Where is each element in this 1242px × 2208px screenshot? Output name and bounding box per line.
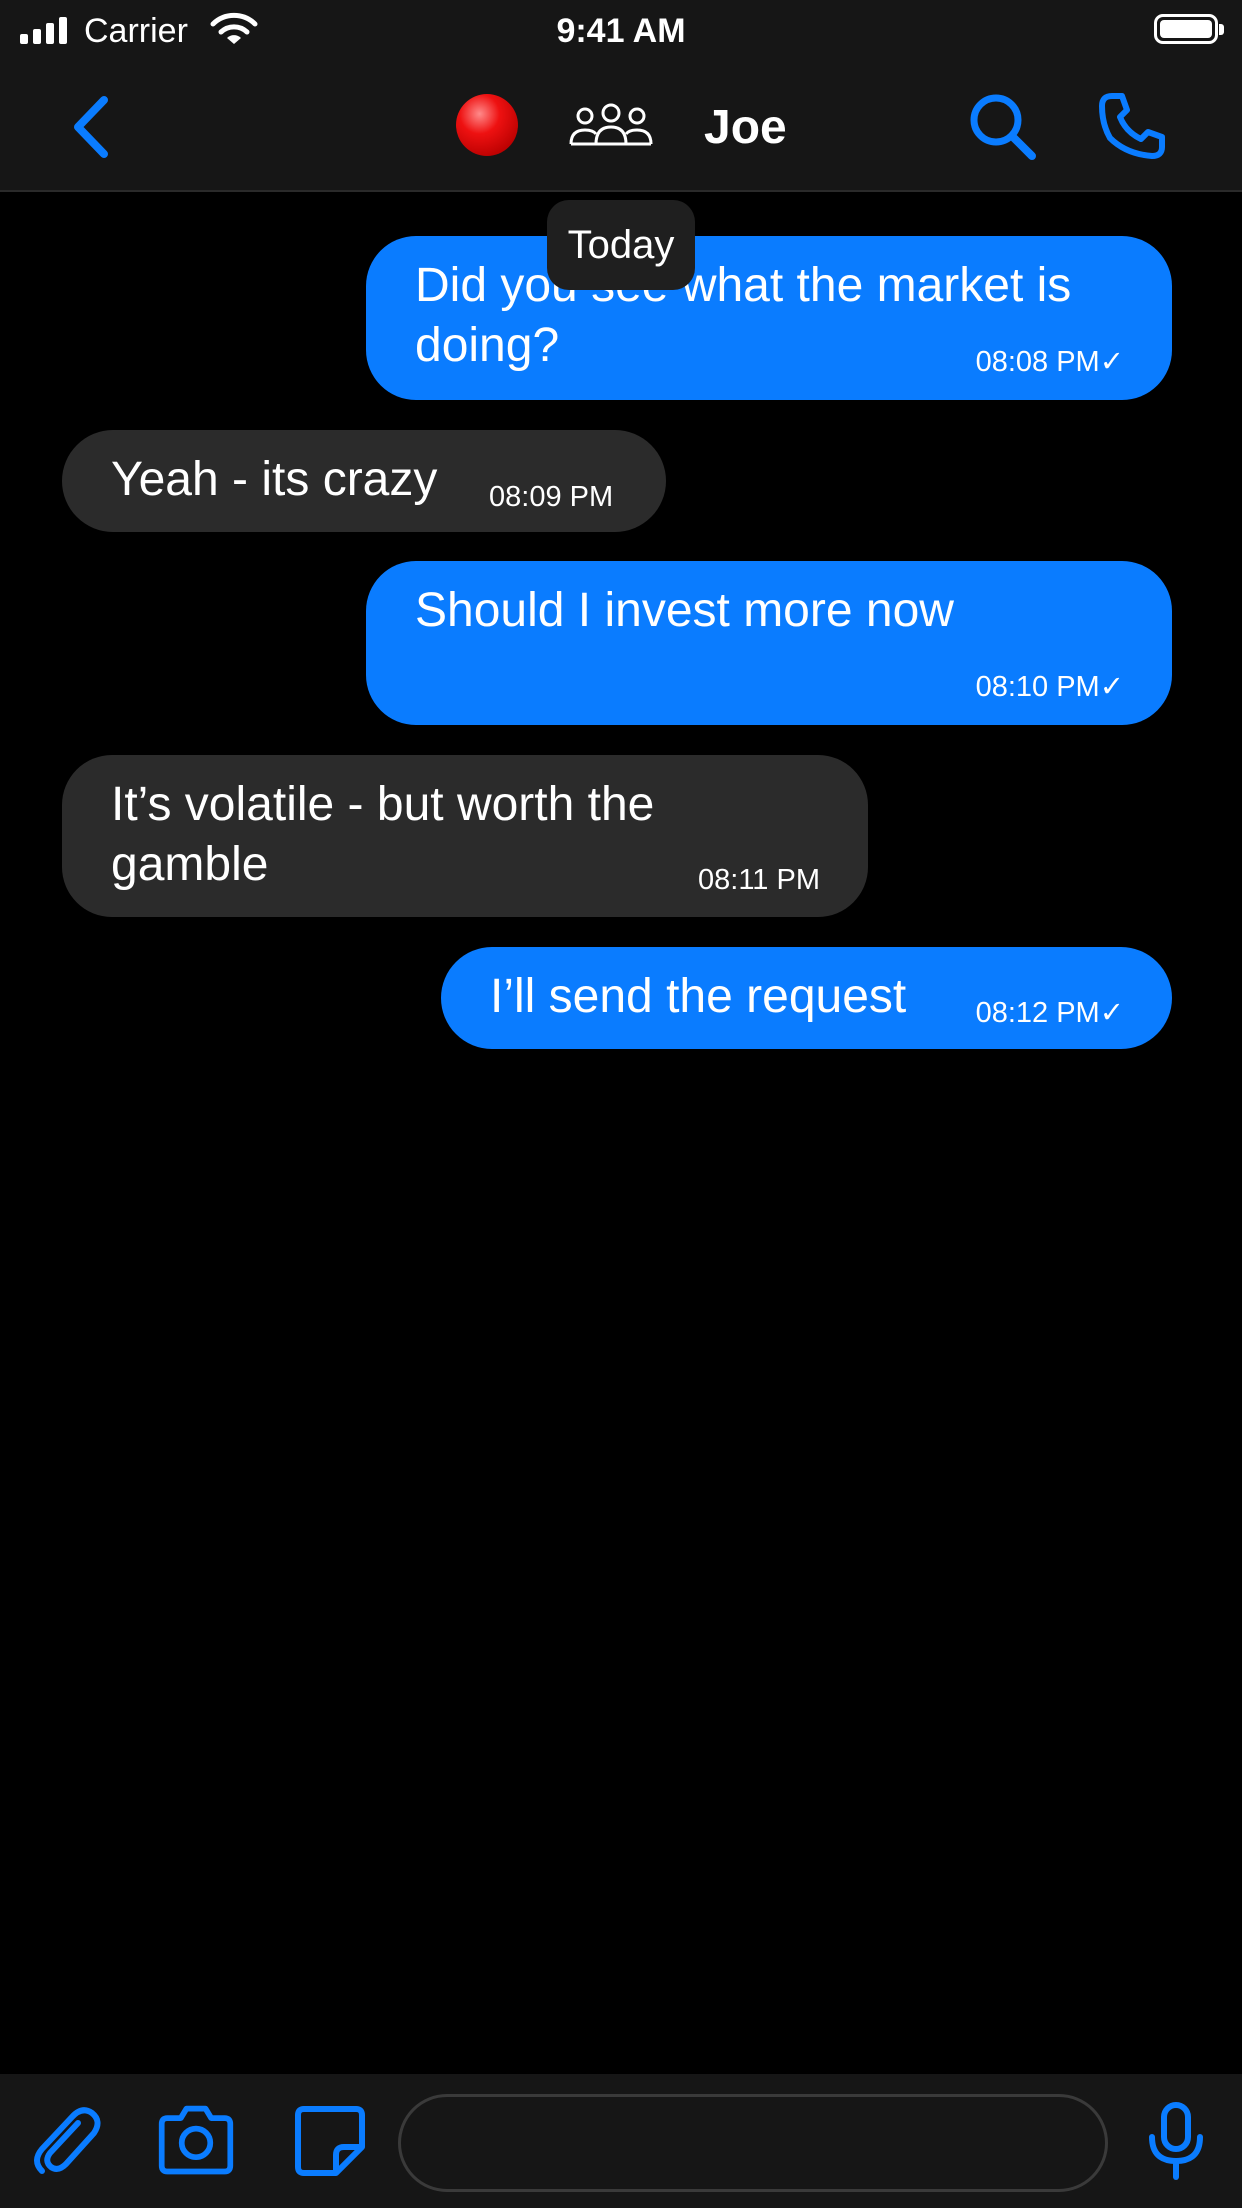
group-icon[interactable] bbox=[568, 100, 654, 150]
message-incoming[interactable]: It’s volatile - but worth the gamble 08:… bbox=[62, 755, 868, 917]
date-separator: Today bbox=[547, 200, 695, 290]
status-bar: Carrier 9:41 AM bbox=[0, 0, 1242, 62]
message-incoming[interactable]: Yeah - its crazy 08:09 PM bbox=[62, 430, 666, 532]
message-text: Should I invest more now bbox=[415, 584, 954, 637]
message-outgoing[interactable]: I’ll send the request 08:12 PM✓ bbox=[441, 947, 1172, 1049]
clock: 9:41 AM bbox=[556, 12, 686, 50]
message-outgoing[interactable]: Did you see what the market is doing? 08… bbox=[366, 236, 1172, 400]
message-text: It’s volatile - but worth the bbox=[111, 778, 655, 831]
status-dot-icon bbox=[456, 94, 518, 156]
message-timestamp: 08:09 PM bbox=[489, 481, 614, 513]
message-outgoing[interactable]: Should I invest more now 08:10 PM✓ bbox=[366, 561, 1172, 725]
message-timestamp: 08:12 PM✓ bbox=[975, 997, 1124, 1029]
message-timestamp: 08:11 PM bbox=[698, 864, 820, 896]
message-text: gamble bbox=[111, 838, 269, 891]
message-input[interactable] bbox=[398, 2094, 1108, 2192]
microphone-icon[interactable] bbox=[1136, 2101, 1216, 2181]
battery-icon bbox=[1154, 14, 1224, 44]
phone-icon[interactable] bbox=[1096, 90, 1168, 162]
chevron-left-icon[interactable] bbox=[66, 92, 116, 162]
paperclip-icon[interactable] bbox=[26, 2101, 106, 2181]
message-timestamp: 08:10 PM✓ bbox=[975, 671, 1124, 703]
composer-toolbar bbox=[0, 2074, 1242, 2208]
message-text: I’ll send the request bbox=[490, 970, 907, 1023]
search-icon[interactable] bbox=[966, 90, 1038, 162]
camera-icon[interactable] bbox=[156, 2101, 236, 2181]
sticker-icon[interactable] bbox=[290, 2101, 370, 2181]
chat-header: Joe bbox=[0, 62, 1242, 192]
message-timestamp: 08:08 PM✓ bbox=[975, 346, 1124, 378]
message-text: doing? bbox=[415, 319, 560, 372]
message-text: Did you see what the market is bbox=[415, 259, 1072, 312]
message-text: Yeah - its crazy bbox=[111, 453, 438, 506]
contact-name[interactable]: Joe bbox=[704, 100, 787, 156]
